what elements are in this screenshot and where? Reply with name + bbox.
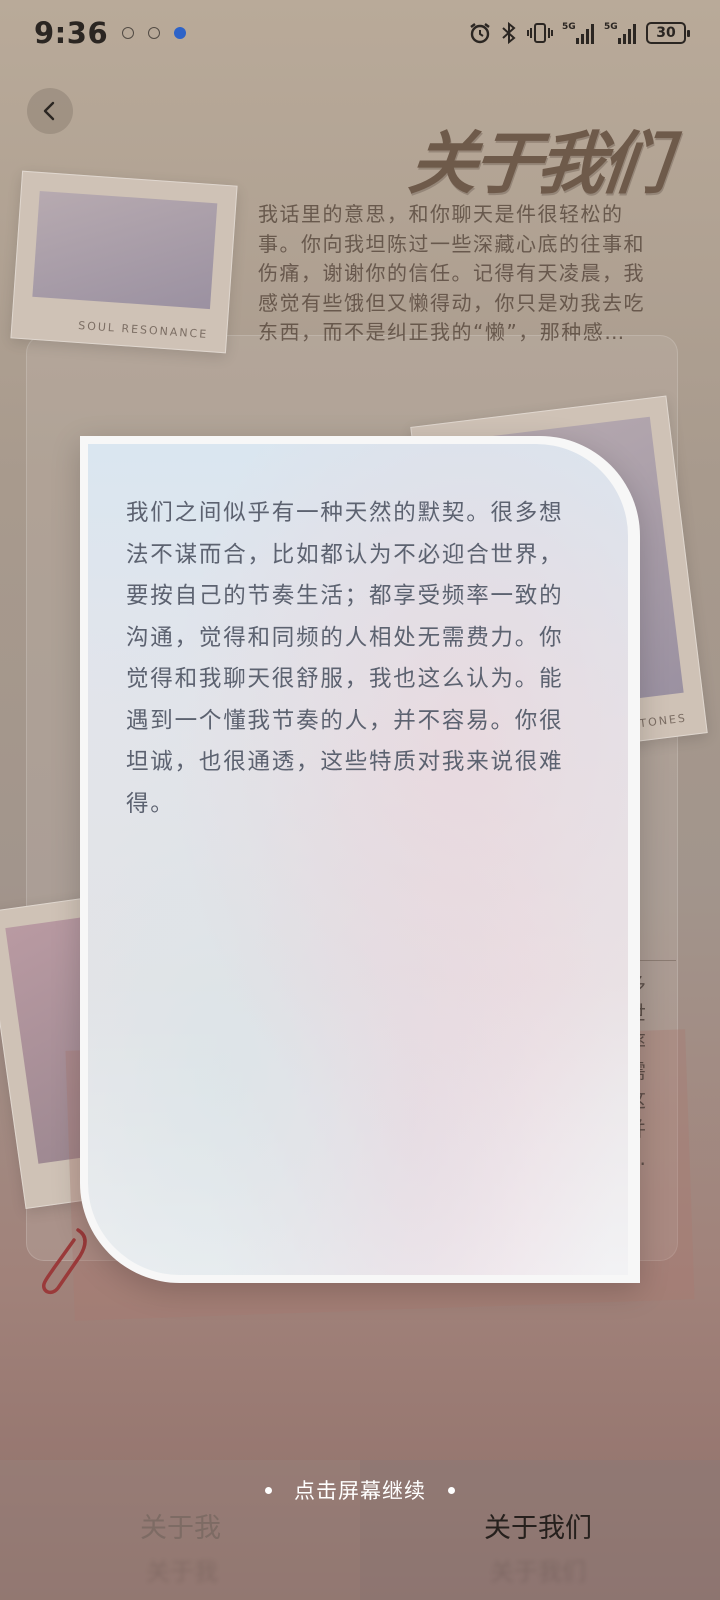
alarm-icon [470,23,490,44]
bluetooth-icon [502,21,516,45]
app-icon [174,27,187,39]
status-time: 9:36 [34,16,109,50]
content-card-inner: 我们之间似乎有一种天然的默契。很多想法不谋而合，比如都认为不必迎合世界，要按自己… [88,444,628,1275]
battery-icon: 30 [646,22,690,44]
tab-label: 关于我 [140,1513,221,1544]
page-title: 关于我们 [405,124,670,204]
back-button[interactable] [27,88,73,134]
polaroid-caption: SOUL RESONANCE [77,318,209,342]
signal-5g-icon: 5G [562,22,594,44]
status-left: 9:36 [34,16,187,50]
background-story-text: 我话里的意思，和你聊天是件很轻松的事。你向我坦陈过一些深藏心底的往事和伤痛，谢谢… [258,202,645,344]
chevron-left-icon [43,101,55,121]
content-text: 我们之间似乎有一种天然的默契。很多想法不谋而合，比如都认为不必迎合世界，要按自己… [126,500,564,817]
status-bar: 9:36 5G 5G 30 [0,0,720,66]
polaroid-photo [32,190,218,310]
vibrate-icon [527,23,553,43]
notification-icon [148,27,161,39]
status-right: 5G 5G 30 [468,20,690,46]
continue-hint-label: 点击屏幕继续 [294,1479,426,1503]
notification-icon [122,27,135,39]
dot-icon [265,1486,272,1494]
svg-text:5G: 5G [562,22,576,32]
tab-reflection: 关于我 [146,1558,218,1586]
tab-reflection: 关于我们 [490,1558,586,1586]
continue-hint[interactable]: 点击屏幕继续 [0,1475,720,1505]
signal-5g-icon: 5G [604,22,636,44]
svg-text:5G: 5G [604,22,618,32]
content-card[interactable]: 我们之间似乎有一种天然的默契。很多想法不谋而合，比如都认为不必迎合世界，要按自己… [80,436,640,1283]
tab-label: 关于我们 [484,1513,592,1544]
dot-icon [448,1486,455,1494]
paperclip-icon [42,1228,87,1295]
polaroid-soul-resonance: SOUL RESONANCE [10,170,238,354]
